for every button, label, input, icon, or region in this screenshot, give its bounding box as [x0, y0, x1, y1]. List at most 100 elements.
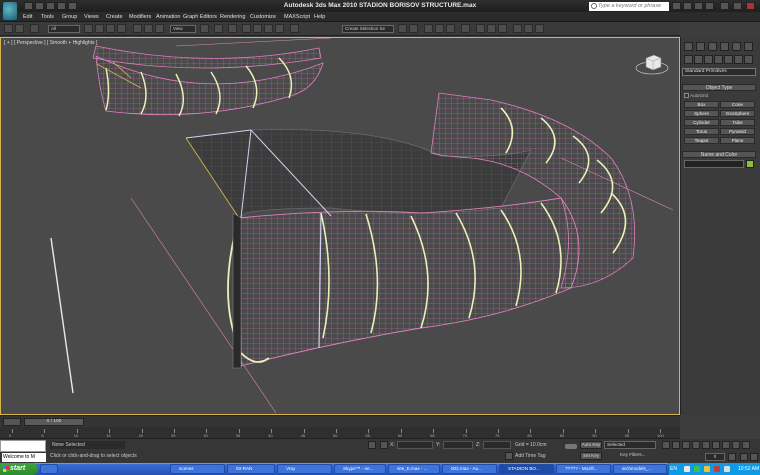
current-frame-field[interactable]: 0 [705, 453, 725, 461]
tray-icon[interactable] [714, 466, 720, 472]
object-color-swatch[interactable] [746, 160, 754, 168]
sphere-button[interactable]: Sphere [684, 110, 719, 117]
taskbar-item[interactable]: archmodels_... [613, 464, 667, 474]
zoom-extents-icon[interactable] [732, 441, 740, 449]
menu-views[interactable]: Views [84, 14, 99, 20]
mirror-icon[interactable] [398, 24, 407, 33]
go-to-end-icon[interactable] [702, 441, 710, 449]
snap-toggle-icon[interactable] [242, 24, 251, 33]
geometry-icon[interactable] [684, 55, 693, 64]
track-bar[interactable] [0, 427, 680, 439]
shapes-icon[interactable] [694, 55, 703, 64]
menu-rendering[interactable]: Rendering [220, 14, 245, 20]
lock-selection-icon[interactable] [368, 441, 376, 449]
taskbar-item[interactable]: 002.max - Au... [442, 464, 497, 474]
select-manipulate-icon[interactable] [214, 24, 223, 33]
move-icon[interactable] [133, 24, 142, 33]
zoom-all-icon[interactable] [722, 441, 730, 449]
menu-maxscript[interactable]: MAXScript [284, 14, 310, 20]
volume-icon[interactable] [724, 466, 730, 472]
box-button[interactable]: Box [684, 101, 719, 108]
close-icon[interactable] [746, 2, 755, 10]
rendered-frame-window-icon[interactable] [487, 24, 496, 33]
select-object-icon[interactable] [84, 24, 93, 33]
align-icon[interactable] [409, 24, 418, 33]
maxscript-listener-field[interactable] [0, 440, 46, 452]
help-icon[interactable] [705, 2, 714, 10]
lights-icon[interactable] [704, 55, 713, 64]
minimize-icon[interactable] [720, 2, 729, 10]
maximize-viewport-icon[interactable] [750, 453, 758, 461]
go-to-start-icon[interactable] [662, 441, 670, 449]
cameras-icon[interactable] [714, 55, 723, 64]
menu-edit[interactable]: Edit [23, 14, 32, 20]
selection-filter-dropdown[interactable]: All [48, 25, 80, 33]
next-frame-icon[interactable] [692, 441, 700, 449]
rotate-icon[interactable] [144, 24, 153, 33]
cylinder-button[interactable]: Cylinder [684, 119, 719, 126]
open-file-icon[interactable] [35, 2, 44, 10]
keyboard-shortcut-icon[interactable] [228, 24, 237, 33]
language-indicator[interactable]: EN [670, 466, 677, 472]
z-coordinate-field[interactable] [483, 441, 511, 449]
communication-center-icon[interactable] [683, 2, 692, 10]
taskbar-item[interactable]: Skype™ - ne... [334, 464, 386, 474]
pyramid-button[interactable]: Pyramid [720, 128, 755, 135]
select-by-name-icon[interactable] [95, 24, 104, 33]
add-time-tag[interactable]: Add Time Tag [515, 453, 545, 459]
hierarchy-tab-icon[interactable] [708, 42, 717, 51]
subscription-icon[interactable] [672, 2, 681, 10]
taskbar-item[interactable]: ????? - Mozill... [556, 464, 611, 474]
edit-named-selection-icon[interactable] [290, 24, 299, 33]
y-coordinate-field[interactable] [443, 441, 473, 449]
teapot-button[interactable]: Teapot [684, 137, 719, 144]
menu-customize[interactable]: Customize [250, 14, 276, 20]
helpers-icon[interactable] [724, 55, 733, 64]
modify-tab-icon[interactable] [696, 42, 705, 51]
angle-snap-icon[interactable] [253, 24, 262, 33]
taskbar-item[interactable]: site_E.max - ... [388, 464, 440, 474]
material-editor-icon[interactable] [461, 24, 470, 33]
taskbar-item[interactable]: Vray [277, 464, 332, 474]
clock[interactable]: 10:52 AM [738, 466, 759, 472]
new-file-icon[interactable] [24, 2, 33, 10]
x-coordinate-field[interactable] [397, 441, 433, 449]
autogrid-checkbox[interactable] [684, 93, 689, 98]
set-key-button[interactable]: Set Key [580, 452, 602, 460]
maxscript-mini-listener[interactable]: Welcome to M [2, 453, 46, 462]
perspective-viewport[interactable]: [ + ] [ Perspective ] [ Smooth + Highlig… [0, 37, 680, 415]
field-of-view-icon[interactable] [742, 441, 750, 449]
object-name-field[interactable] [684, 160, 744, 168]
menu-tools[interactable]: Tools [41, 14, 54, 20]
app-logo-icon[interactable] [2, 1, 18, 21]
mini-curve-editor-icon[interactable] [3, 418, 21, 426]
redo-icon[interactable] [68, 2, 77, 10]
spinner-snap-icon[interactable] [275, 24, 284, 33]
taskbar-item[interactable]: scenes [170, 464, 225, 474]
time-slider[interactable]: 0 / 100 [24, 418, 84, 426]
taskbar-item[interactable]: 03-RAN [227, 464, 275, 474]
menu-animation[interactable]: Animation [156, 14, 180, 20]
time-configuration-icon[interactable] [728, 453, 736, 461]
tray-icon[interactable] [694, 466, 700, 472]
motion-tab-icon[interactable] [720, 42, 729, 51]
schematic-view-icon[interactable] [446, 24, 455, 33]
search-input[interactable]: Type a keyword or phrase [589, 2, 669, 11]
render-iterative-icon[interactable] [535, 24, 544, 33]
favorites-icon[interactable] [694, 2, 703, 10]
menu-group[interactable]: Group [62, 14, 77, 20]
render-icon[interactable] [513, 24, 522, 33]
restore-icon[interactable] [733, 2, 742, 10]
systems-icon[interactable] [744, 55, 753, 64]
key-filters-button[interactable]: Key Filters... [620, 452, 646, 457]
taskbar-item-active[interactable]: STADION BO... [499, 464, 554, 474]
layer-manager-icon[interactable] [424, 24, 433, 33]
render-production-icon[interactable] [498, 24, 507, 33]
primitive-category-dropdown[interactable]: Standard Primitives [682, 68, 756, 76]
tray-icon[interactable] [704, 466, 710, 472]
quick-launch[interactable] [40, 464, 58, 474]
redo-tool-icon[interactable] [15, 24, 24, 33]
reference-coord-dropdown[interactable]: View [170, 25, 196, 33]
percent-snap-icon[interactable] [264, 24, 273, 33]
tray-icon[interactable] [684, 466, 690, 472]
